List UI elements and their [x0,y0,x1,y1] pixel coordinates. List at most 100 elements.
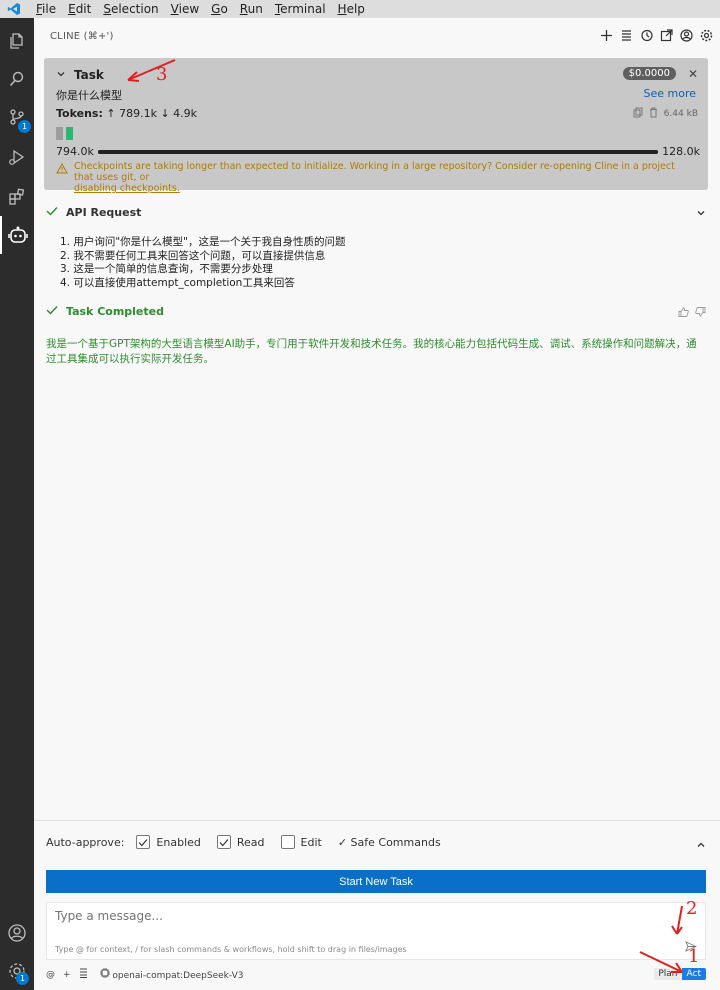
annotation-arrow-1 [639,951,683,973]
history-icon[interactable] [639,28,654,43]
start-new-task-button[interactable]: Start New Task [46,870,706,893]
warning-text: Checkpoints are taking longer than expec… [74,161,675,183]
tokens-row: Tokens: ↑ 789.1k ↓ 4.9k [56,107,197,120]
message-input[interactable] [55,909,655,923]
context-progress-bar [97,149,659,154]
auto-approve-enabled[interactable]: Enabled [136,835,201,849]
task-size: 6.44 kB [663,109,698,119]
context-progress-fill [97,149,659,154]
panel-title: CLINE (⌘+') [50,30,114,42]
account-icon[interactable] [0,914,34,952]
annotation-arrow-3 [127,59,176,82]
mini-bar-cache [56,127,63,140]
api-request-row[interactable]: API Request [46,206,706,219]
cline-icon[interactable] [0,216,34,254]
model-selector[interactable]: openai-compat:DeepSeek-V3 [99,968,244,981]
settings-icon[interactable] [699,28,714,43]
warning-text-wrap: Checkpoints are taking longer than expec… [74,161,696,194]
input-footer: @ + openai-compat:DeepSeek-V3 [46,968,708,981]
trash-icon[interactable] [649,107,658,121]
feedback-buttons [678,307,706,320]
thumbs-up-icon[interactable] [678,307,689,320]
check-icon [46,206,58,219]
read-label: Read [236,835,265,849]
task-title-row[interactable]: Task [56,68,104,82]
message-box: Type @ for context, / for slash commands… [46,902,706,960]
list-item: 3. 这是一个简单的信息查询，不需要分步处理 [60,263,273,275]
mcp-servers-icon[interactable] [619,28,634,43]
annotation-3: 3 [156,64,168,85]
thumbs-down-icon[interactable] [695,307,706,320]
task-completed-row: Task Completed [46,305,706,318]
menu-help[interactable]: Help [332,0,371,18]
auto-approve-label: Auto-approve: [46,835,125,849]
menu-file-rest: ile [42,2,57,16]
menu-go[interactable]: Go [205,0,234,18]
panel-header: CLINE (⌘+') [34,18,720,54]
auto-approve-bar: Auto-approve: Enabled Read Edit ✓ Safe C… [46,835,441,849]
task-completed-label: Task Completed [66,305,164,318]
menu-terminal[interactable]: Terminal [269,0,332,18]
cline-panel: CLINE (⌘+') Task $0.0000 ✕ 你是什么模型 See mo… [34,18,720,990]
model-chip-icon [99,968,110,981]
context-mini-bars [56,127,73,140]
auto-approve-read[interactable]: Read [216,835,265,849]
add-file-icon[interactable]: + [63,970,71,980]
explorer-icon[interactable] [0,22,34,60]
task-size-info: 6.44 kB [633,107,698,121]
menu-run[interactable]: Run [234,0,269,18]
list-item: 1. 用户询问"你是什么模型"，这是一个关于我自身性质的问题 [60,236,346,248]
scm-badge: 1 [18,120,31,133]
close-task-icon[interactable]: ✕ [688,67,698,81]
source-control-icon[interactable]: 1 [0,98,34,136]
message-hint: Type @ for context, / for slash commands… [55,945,407,954]
popout-icon[interactable] [659,28,674,43]
see-more-link[interactable]: See more [643,87,696,100]
safe-commands-label[interactable]: ✓ Safe Commands [338,836,441,849]
tokens-in: ↑ 789.1k [106,107,157,120]
annotation-1: 1 [688,946,700,967]
checkpoint-warning: Checkpoints are taking longer than expec… [56,161,696,194]
menu-file[interactable]: File [30,0,62,18]
checkbox-checked-icon[interactable] [136,835,151,849]
menu-bar: File Edit Selection View Go Run Terminal… [0,0,720,18]
disable-checkpoints-link[interactable]: disabling checkpoints. [74,183,180,194]
auto-approve-edit[interactable]: Edit [280,835,322,849]
completion-answer: 我是一个基于GPT架构的大型语言模型AI助手，专门用于软件开发和技术任务。我的核… [46,338,697,365]
mini-bar-context [66,127,73,140]
mcp-list-icon[interactable] [79,968,88,981]
annotation-2: 2 [686,898,698,919]
enabled-label: Enabled [156,835,201,849]
account-icon[interactable] [679,28,694,43]
menu-edit[interactable]: Edit [62,0,97,18]
manage-gear-icon[interactable]: 1 [0,952,34,990]
extensions-icon[interactable] [0,178,34,216]
annotation-arrow-2 [671,905,683,935]
copy-icon[interactable] [633,107,643,121]
context-used: 794.0k [56,145,94,158]
check-icon [46,305,58,318]
run-debug-icon[interactable] [0,138,34,176]
warning-icon [56,162,68,194]
header-actions [599,28,714,43]
api-request-content: 1. 用户询问"你是什么模型"，这是一个关于我自身性质的问题 2. 我不需要任何… [60,236,346,290]
api-request-label: API Request [66,206,142,219]
list-item: 2. 我不需要任何工具来回答这个问题，可以直接提供信息 [60,249,326,262]
context-window-row: 794.0k 128.0k [56,145,700,158]
chevron-up-icon[interactable] [696,839,706,853]
menu-view[interactable]: View [165,0,205,18]
search-icon[interactable] [0,60,34,98]
chevron-down-icon[interactable] [56,68,66,82]
at-mention-icon[interactable]: @ [46,970,55,980]
list-item: 4. 可以直接使用attempt_completion工具来回答 [60,276,295,289]
new-task-plus-icon[interactable] [599,28,614,43]
context-max: 128.0k [662,145,700,158]
manage-badge: 1 [16,972,29,985]
checkbox-unchecked-icon[interactable] [280,835,295,849]
checkbox-checked-icon[interactable] [216,835,231,849]
menu-selection[interactable]: Selection [97,0,164,18]
model-name: openai-compat:DeepSeek-V3 [112,971,244,981]
tokens-out: ↓ 4.9k [160,107,198,120]
chevron-down-icon[interactable] [696,208,706,221]
tokens-label: Tokens: [56,107,103,120]
